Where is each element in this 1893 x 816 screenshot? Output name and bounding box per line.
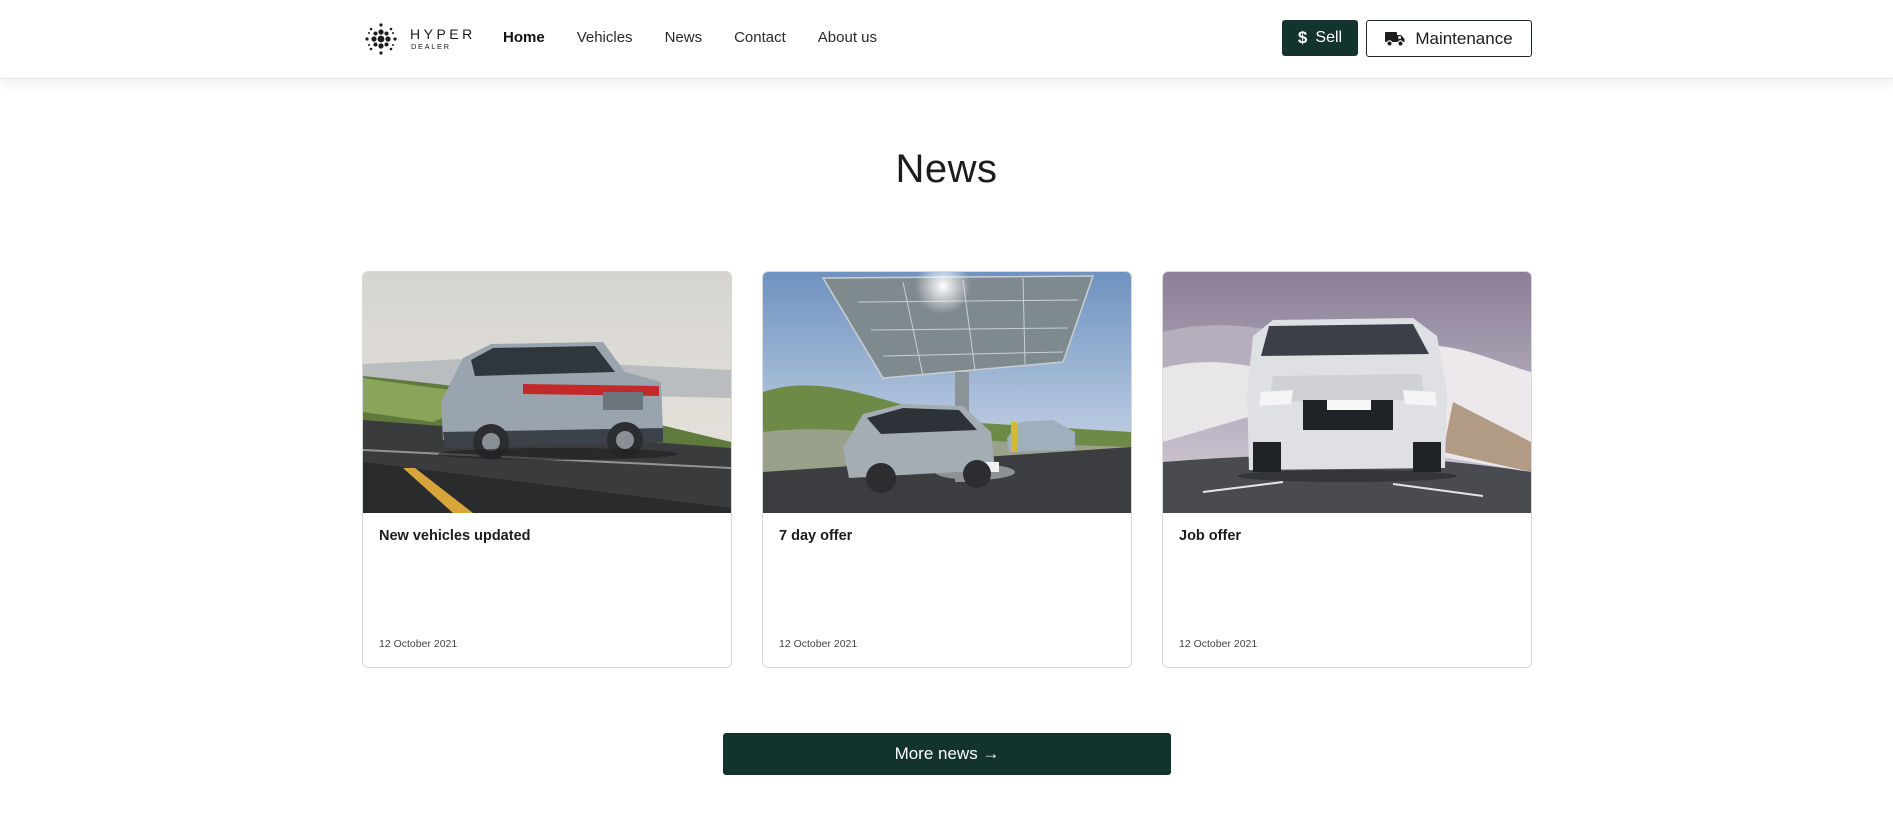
news-image-range-rover bbox=[1163, 272, 1531, 513]
news-date: 12 October 2021 bbox=[779, 638, 858, 650]
nav-about-us[interactable]: About us bbox=[818, 29, 877, 46]
brand-logo[interactable]: HYPER DEALER bbox=[361, 19, 476, 59]
sell-button[interactable]: $ Sell bbox=[1282, 20, 1358, 56]
news-card[interactable]: 7 day offer 12 October 2021 bbox=[762, 271, 1132, 668]
site-header: HYPER DEALER Home Vehicles News Contact … bbox=[0, 0, 1893, 79]
news-date: 12 October 2021 bbox=[1179, 638, 1258, 650]
news-title: 7 day offer bbox=[779, 528, 853, 544]
brand-sub: DEALER bbox=[411, 42, 451, 52]
brand-name: HYPER bbox=[410, 26, 476, 43]
news-card[interactable]: Job offer 12 October 2021 bbox=[1162, 271, 1532, 668]
main-nav: Home Vehicles News Contact About us bbox=[503, 29, 909, 46]
truck-icon bbox=[1385, 31, 1405, 47]
dollar-icon: $ bbox=[1297, 28, 1308, 47]
nav-home[interactable]: Home bbox=[503, 29, 545, 46]
header-inner: HYPER DEALER Home Vehicles News Contact … bbox=[361, 0, 1532, 79]
sell-button-label: Sell bbox=[1315, 29, 1343, 46]
news-image-ev bbox=[763, 272, 1131, 513]
news-card[interactable]: New vehicles updated 12 October 2021 bbox=[362, 271, 732, 668]
maintenance-button-label: Maintenance bbox=[1415, 28, 1513, 48]
news-title: Job offer bbox=[1179, 528, 1242, 544]
news-title: New vehicles updated bbox=[379, 528, 531, 544]
maintenance-button[interactable]: Maintenance bbox=[1366, 20, 1532, 57]
logo-dots-icon bbox=[365, 23, 397, 55]
news-date: 12 October 2021 bbox=[379, 638, 458, 650]
nav-vehicles[interactable]: Vehicles bbox=[577, 29, 633, 46]
page-title: News bbox=[895, 147, 998, 191]
more-news-button[interactable]: More news → bbox=[723, 733, 1171, 775]
logo-text: HYPER DEALER bbox=[410, 27, 476, 51]
nav-news[interactable]: News bbox=[665, 29, 703, 46]
nav-contact[interactable]: Contact bbox=[734, 29, 786, 46]
news-image-suv bbox=[363, 272, 731, 513]
